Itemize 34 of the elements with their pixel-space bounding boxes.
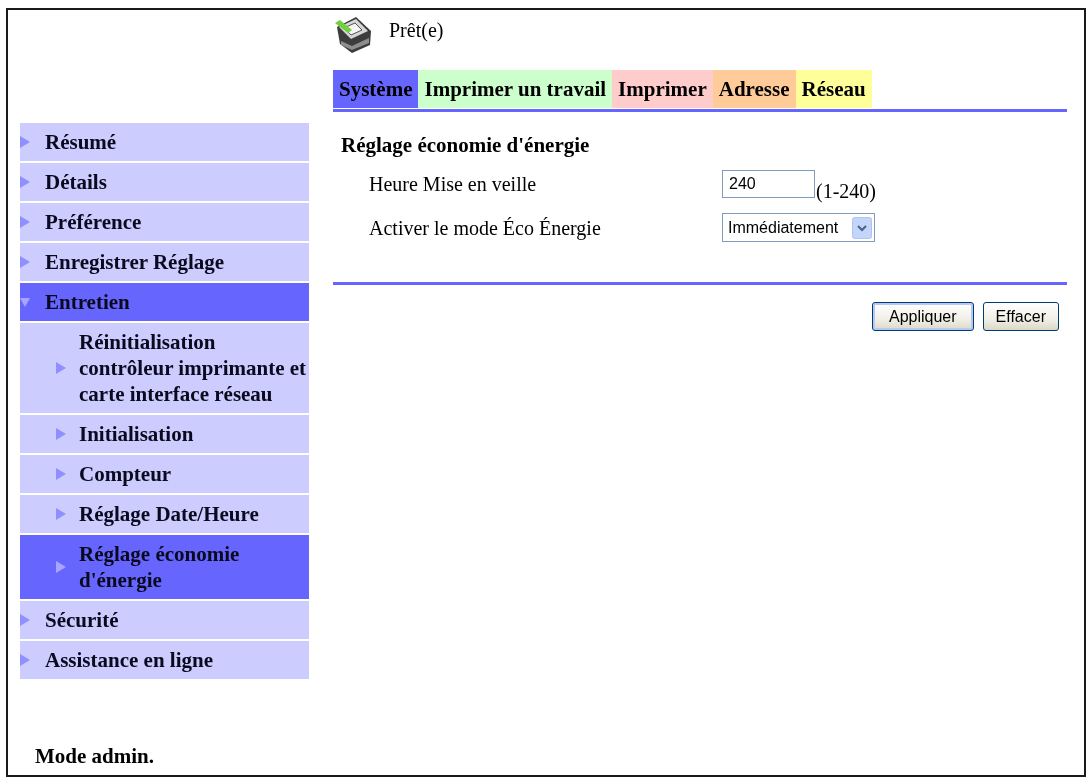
sidebar-item[interactable]: Résumé — [20, 123, 309, 161]
sidebar-subitem[interactable]: Initialisation — [20, 415, 309, 453]
sidebar-subitem[interactable]: Compteur — [20, 455, 309, 493]
sidebar-item[interactable]: Détails — [20, 163, 309, 201]
printer-icon — [335, 15, 373, 53]
right-triangle-icon — [56, 561, 66, 573]
sidebar-subitem[interactable]: Réinitialisation contrôleur imprimante et carte interface réseau — [20, 323, 309, 413]
right-triangle-icon — [56, 428, 66, 440]
sidebar-item[interactable]: Enregistrer Réglage — [20, 243, 309, 281]
right-triangle-icon — [56, 362, 66, 374]
field-label: Heure Mise en veille — [369, 172, 538, 196]
sidebar-item[interactable]: Entretien — [20, 283, 309, 321]
text-field[interactable]: 240 — [722, 170, 815, 198]
button[interactable]: Appliquer — [872, 302, 974, 331]
sidebar-subitem[interactable]: Réglage Date/Heure — [20, 495, 309, 533]
tab[interactable]: Système — [333, 70, 419, 108]
sidebar-subitem[interactable]: Réglage économie d'énergie — [20, 535, 309, 599]
section-title: Réglage économie d'énergie — [341, 133, 591, 157]
status-text: Prêt(e) — [389, 19, 444, 41]
range-hint: (1-240) — [816, 180, 876, 202]
mode-label: Mode admin. — [34, 743, 155, 770]
tab[interactable]: Imprimer — [612, 70, 713, 108]
select-field[interactable]: Immédiatement — [722, 213, 875, 242]
right-triangle-icon — [56, 468, 66, 480]
right-triangle-icon — [56, 508, 66, 520]
tab[interactable]: Imprimer un travail — [418, 70, 613, 108]
field-label: Activer le mode Éco Énergie — [369, 215, 602, 240]
sidebar-item[interactable]: Assistance en ligne — [20, 641, 309, 679]
sidebar-item[interactable]: Sécurité — [20, 601, 309, 639]
tab[interactable]: Adresse — [712, 70, 796, 108]
sidebar-item[interactable]: Préférence — [20, 203, 309, 241]
button[interactable]: Effacer — [982, 302, 1059, 331]
tab[interactable]: Réseau — [795, 70, 872, 108]
caret-icon — [852, 216, 872, 239]
